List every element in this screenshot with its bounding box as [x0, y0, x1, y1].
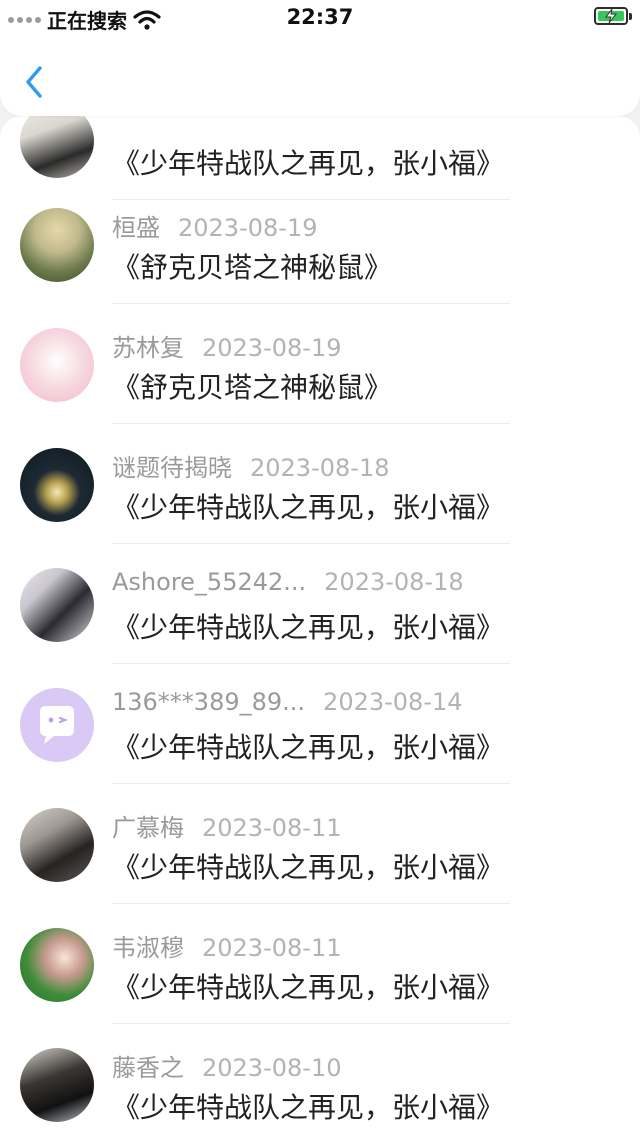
user-name: 136***389_89... [112, 688, 306, 716]
item-title: 《少年特战队之再见，张小福》 [112, 1091, 505, 1124]
avatar [20, 1048, 94, 1122]
item-title: 《少年特战队之再见，张小福》 [112, 851, 505, 884]
item-meta [112, 116, 130, 132]
item-title: 《少年特战队之再见，张小福》 [112, 731, 505, 764]
item-date: 2023-08-11 [202, 814, 342, 842]
item-title: 《舒克贝塔之神秘鼠》 [112, 251, 393, 284]
item-meta: 广慕梅 2023-08-11 [112, 808, 341, 843]
avatar [20, 928, 94, 1002]
user-name: 藤香之 [112, 1054, 184, 1082]
item-meta: 桓盛 2023-08-19 [112, 208, 317, 243]
list-item[interactable]: 136***389_89... 2023-08-14 《少年特战队之再见，张小福》 [0, 664, 640, 784]
back-button[interactable] [18, 62, 52, 102]
list-item[interactable]: 谜题待揭晓 2023-08-18 《少年特战队之再见，张小福》 [0, 424, 640, 544]
avatar [20, 208, 94, 282]
avatar [20, 448, 94, 522]
item-title: 《少年特战队之再见，张小福》 [112, 491, 505, 524]
user-name: 谜题待揭晓 [112, 454, 232, 482]
item-date: 2023-08-19 [178, 214, 318, 242]
item-title: 《少年特战队之再见，张小福》 [112, 971, 505, 1004]
list-item[interactable]: 苏林复 2023-08-19 《舒克贝塔之神秘鼠》 [0, 304, 640, 424]
item-meta: 韦淑穆 2023-08-11 [112, 928, 341, 963]
avatar [20, 688, 94, 762]
item-date: 2023-08-18 [250, 454, 390, 482]
avatar [20, 568, 94, 642]
avatar [20, 808, 94, 882]
user-name: 苏林复 [112, 334, 184, 362]
navigation-bar [0, 36, 640, 116]
list-item[interactable]: Ashore_55242... 2023-08-18 《少年特战队之再见，张小福》 [0, 544, 640, 664]
item-meta: 苏林复 2023-08-19 [112, 328, 341, 363]
list-item[interactable]: 藤香之 2023-08-10 《少年特战队之再见，张小福》 [0, 1024, 640, 1140]
item-title: 《少年特战队之再见，张小福》 [112, 611, 505, 644]
avatar [20, 328, 94, 402]
list-item[interactable]: 韦淑穆 2023-08-11 《少年特战队之再见，张小福》 [0, 904, 640, 1024]
chevron-left-icon [26, 66, 42, 98]
user-name: 广慕梅 [112, 814, 184, 842]
review-list: 《少年特战队之再见，张小福》 桓盛 2023-08-19 《舒克贝塔之神秘鼠》 苏… [0, 116, 640, 1140]
item-meta: 藤香之 2023-08-10 [112, 1048, 341, 1083]
item-date: 2023-08-18 [324, 568, 464, 596]
status-time: 22:37 [286, 5, 354, 29]
item-meta: 谜题待揭晓 2023-08-18 [112, 448, 389, 483]
status-bar: 正在搜索 22:37 [0, 0, 640, 36]
chat-bubble-icon [40, 706, 74, 744]
item-date: 2023-08-10 [202, 1054, 342, 1082]
item-date: 2023-08-14 [323, 688, 463, 716]
user-name: 桓盛 [112, 214, 160, 242]
list-item[interactable]: 广慕梅 2023-08-11 《少年特战队之再见，张小福》 [0, 784, 640, 904]
user-name: 韦淑穆 [112, 934, 184, 962]
item-title: 《少年特战队之再见，张小福》 [112, 147, 505, 180]
user-name: Ashore_55242... [112, 568, 307, 596]
item-title: 《舒克贝塔之神秘鼠》 [112, 371, 393, 404]
avatar [20, 116, 94, 178]
battery-icon [594, 7, 632, 25]
item-date: 2023-08-11 [202, 934, 342, 962]
item-date: 2023-08-19 [202, 334, 342, 362]
item-meta: Ashore_55242... 2023-08-18 [112, 568, 464, 596]
item-meta: 136***389_89... 2023-08-14 [112, 688, 463, 716]
list-item[interactable]: 桓盛 2023-08-19 《舒克贝塔之神秘鼠》 [0, 184, 640, 304]
